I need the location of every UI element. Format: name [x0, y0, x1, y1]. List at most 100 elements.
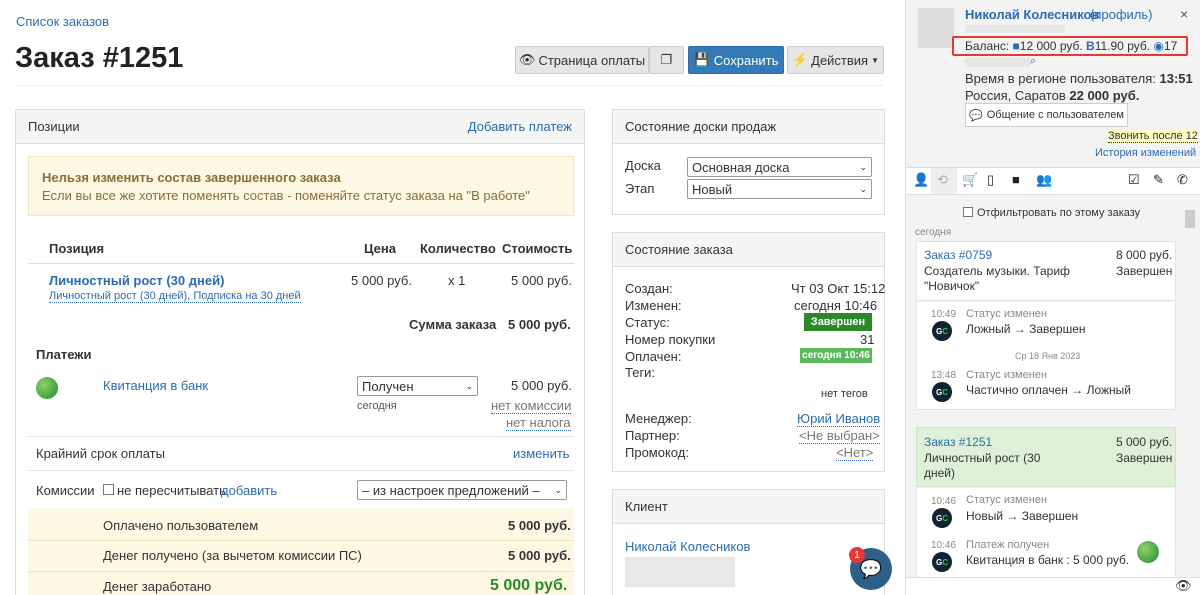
video-icon[interactable]: ■: [1012, 172, 1020, 187]
save-icon: 💾: [693, 52, 710, 67]
board-select[interactable]: Основная доска ⌄: [687, 157, 872, 177]
item-name-link[interactable]: Личностный рост (30 дней): [49, 273, 224, 288]
piggy-bank-icon: ■: [1012, 39, 1020, 53]
item-cost: 5 000 руб.: [511, 273, 572, 288]
total-value: 5 000 руб.: [490, 577, 568, 594]
warning-alert: Нельзя изменить состав завершенного зака…: [28, 156, 574, 216]
tablet-icon[interactable]: ▯: [987, 172, 994, 188]
chevron-down-icon: ⌄: [859, 183, 867, 194]
bolt-icon: ⚡: [791, 52, 809, 67]
comments-icon: 💬: [969, 109, 983, 122]
eye-icon: 👁: [518, 52, 536, 67]
commission-select[interactable]: – из настроек предложений – ⌄: [357, 480, 567, 500]
profile-name-link[interactable]: Николай Колесников: [965, 7, 1099, 22]
event-text: Частично оплачен → Ложный: [966, 383, 1131, 397]
col-position: Позиция: [49, 241, 105, 256]
history-link[interactable]: История изменений: [1095, 147, 1196, 159]
chat-with-user-button[interactable]: 💬 Общение с пользователем: [965, 103, 1128, 127]
save-button[interactable]: 💾 Сохранить: [688, 46, 784, 74]
feed-order-link[interactable]: Заказ #1251: [924, 435, 992, 449]
close-icon[interactable]: ×: [1180, 6, 1188, 22]
promo-label: Промокод:: [625, 445, 689, 460]
partner-label: Партнер:: [625, 428, 680, 443]
user-icon[interactable]: 👤: [913, 172, 929, 188]
created-label: Создан:: [625, 281, 673, 296]
getcourse-logo: GC: [932, 508, 952, 528]
blurred-phone: [965, 58, 1030, 67]
event-time: 10:49: [931, 309, 957, 320]
blurred-contact: [965, 25, 1065, 33]
promo-link[interactable]: <Нет>: [836, 445, 874, 461]
total-label: Денег получено (за вычетом комиссии ПС): [103, 548, 362, 563]
deadline-change-link[interactable]: изменить: [513, 446, 570, 461]
payment-status-select[interactable]: Получен ⌄: [357, 376, 478, 396]
order-page: Список заказов Заказ #1251 👁 Страница опл…: [0, 0, 905, 595]
divider: [28, 470, 574, 471]
col-price: Цена: [364, 241, 396, 256]
payment-amount: 5 000 руб.: [511, 378, 572, 393]
sum-label: Сумма заказа: [409, 317, 497, 332]
eye-icon[interactable]: 👁: [1175, 578, 1192, 594]
profile-link[interactable]: (профиль): [1090, 7, 1152, 22]
feed-order-amount: 5 000 руб.: [1116, 435, 1173, 449]
phone-icon[interactable]: ✆: [1177, 172, 1188, 188]
getcourse-logo: GC: [932, 321, 952, 341]
item-sub-link[interactable]: Личностный рост (30 дней), Подписка на 3…: [49, 290, 301, 303]
purchase-value: 31: [860, 332, 875, 347]
sidebar-footer: [906, 577, 1200, 595]
event-text: Новый → Завершен: [966, 509, 1079, 523]
filter-checkbox[interactable]: [963, 207, 973, 217]
search-icon[interactable]: ⌕: [1030, 55, 1036, 68]
sum-value: 5 000 руб.: [508, 317, 571, 332]
payment-page-button[interactable]: 👁 Страница оплаты: [515, 46, 649, 74]
page-title: Заказ #1251: [15, 42, 184, 74]
col-cost: Стоимость: [502, 241, 573, 256]
feed-order-link[interactable]: Заказ #0759: [924, 248, 992, 262]
event-time: 10:46: [931, 496, 957, 507]
checkbox-icon[interactable]: ☑: [1128, 172, 1140, 188]
sberbank-icon: [1137, 541, 1159, 563]
copy-button[interactable]: ❐: [649, 46, 684, 74]
scrollbar[interactable]: [1185, 210, 1195, 228]
avatar: [918, 8, 954, 48]
status-badge: Завершен: [804, 313, 872, 331]
target-icon: ◉: [1153, 39, 1164, 53]
created-value: Чт 03 Окт 15:12: [791, 281, 886, 296]
actions-button[interactable]: ⚡ Действия ▼: [787, 46, 884, 74]
stage-label: Этап: [625, 181, 655, 196]
history-icon[interactable]: ⟲: [937, 172, 948, 188]
divider: [28, 436, 574, 437]
no-tax-link[interactable]: нет налога: [506, 415, 571, 431]
filter-label: Отфильтровать по этому заказу: [977, 207, 1141, 219]
positions-header: Позиции Добавить платеж: [16, 110, 584, 144]
feed-order-desc: Личностный рост (30 дней): [924, 451, 1041, 480]
no-recalc-checkbox[interactable]: [103, 484, 114, 495]
divider: [28, 263, 574, 264]
users-icon[interactable]: 👥: [1036, 172, 1052, 188]
partner-link[interactable]: <Не выбран>: [799, 428, 880, 444]
event-head: Платеж получен: [966, 539, 1050, 551]
add-commission-link[interactable]: добавить: [221, 483, 277, 498]
breadcrumb-orders-link[interactable]: Список заказов: [16, 14, 109, 29]
feed-order-desc: Создатель музыки. Тариф "Новичок": [924, 264, 1070, 293]
client-name-link[interactable]: Николай Колесников: [625, 539, 750, 554]
purchase-label: Номер покупки: [625, 332, 716, 347]
chevron-down-icon: ⌄: [465, 380, 473, 391]
order-state-header: Состояние заказа: [625, 242, 733, 257]
getcourse-logo: GC: [932, 382, 952, 402]
tags-label: Теги:: [625, 365, 656, 380]
feed-order-status: Завершен: [1116, 264, 1173, 278]
event-text: Ложный → Завершен: [966, 322, 1086, 336]
call-after-link[interactable]: Звонить после 12: [1108, 130, 1198, 143]
status-label: Статус:: [625, 315, 670, 330]
stage-select[interactable]: Новый ⌄: [687, 179, 872, 199]
manager-link[interactable]: Юрий Иванов: [797, 411, 881, 427]
payment-link[interactable]: Квитанция в банк: [103, 378, 208, 393]
location: Россия, Саратов 22 000 руб.: [965, 88, 1140, 103]
pencil-icon[interactable]: ✎: [1153, 172, 1164, 188]
paid-label: Оплачен:: [625, 349, 682, 364]
client-info-blurred: [625, 557, 735, 587]
no-commission-link[interactable]: нет комиссии: [491, 398, 572, 414]
cart-icon[interactable]: 🛒: [962, 172, 978, 188]
add-payment-link[interactable]: Добавить платеж: [468, 119, 572, 134]
